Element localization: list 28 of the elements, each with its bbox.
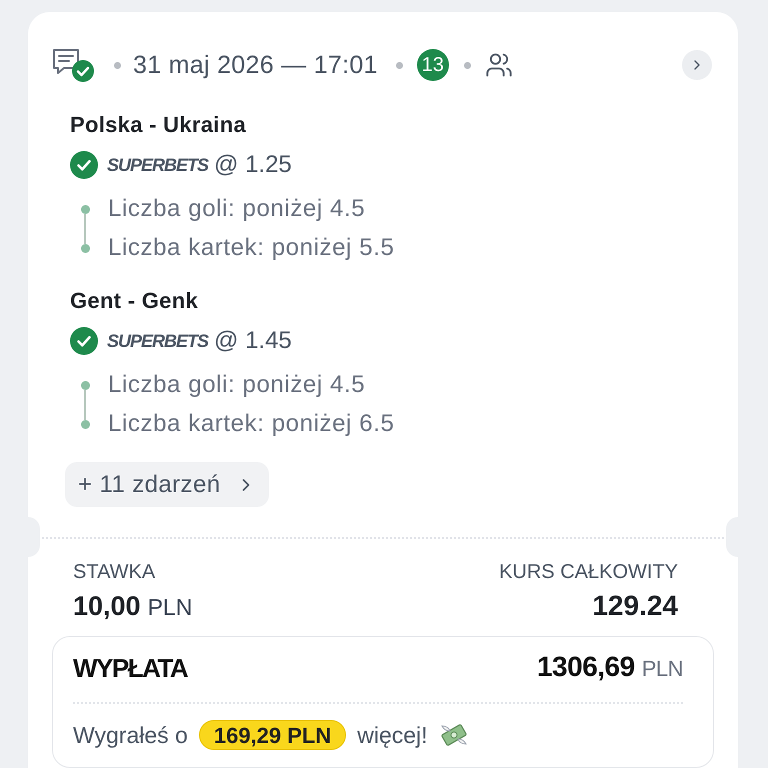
selection-text: Liczba kartek: poniżej 6.5 (108, 409, 394, 439)
event-count: 13 (416, 49, 449, 81)
bookmaker-name: SUPERBETS (107, 330, 208, 353)
selection-text: Liczba kartek: poniżej 5.5 (108, 233, 394, 263)
payout-amount: 1306,69 (536, 650, 635, 684)
payout-currency: PLN (642, 655, 683, 683)
winnings-message: Wygrałeś o (73, 721, 188, 749)
match-title: Gent - Genk (70, 287, 198, 315)
date-time: 31 maj 2026 — 17:01 (133, 50, 378, 80)
winnings-message: więcej! (357, 721, 428, 749)
more-events-button[interactable]: + 11 zdarzeń (65, 462, 270, 507)
payout-label: WYPŁATA (73, 652, 188, 685)
total-odds-value: 129.24 (592, 590, 678, 622)
connector-line (84, 214, 86, 244)
stake-currency: PLN (148, 593, 192, 622)
odds: @ 1.45 (214, 326, 292, 356)
connector-line (84, 390, 86, 420)
match-title: Polska - Ukraina (70, 111, 246, 139)
stake-amount: 10,00 (73, 590, 141, 622)
total-odds-label: KURS CAŁKOWITY (499, 560, 678, 584)
bookmaker-name: SUPERBETS (107, 154, 208, 177)
selection-text: Liczba goli: poniżej 4.5 (108, 370, 366, 400)
stake-label: STAWKA (73, 560, 156, 584)
selection-text: Liczba goli: poniżej 4.5 (108, 194, 366, 224)
odds: @ 1.25 (214, 150, 292, 180)
extra-winnings-amount: 169,29 PLN (198, 720, 346, 750)
people-icon (484, 51, 513, 79)
next-button[interactable] (682, 50, 712, 80)
